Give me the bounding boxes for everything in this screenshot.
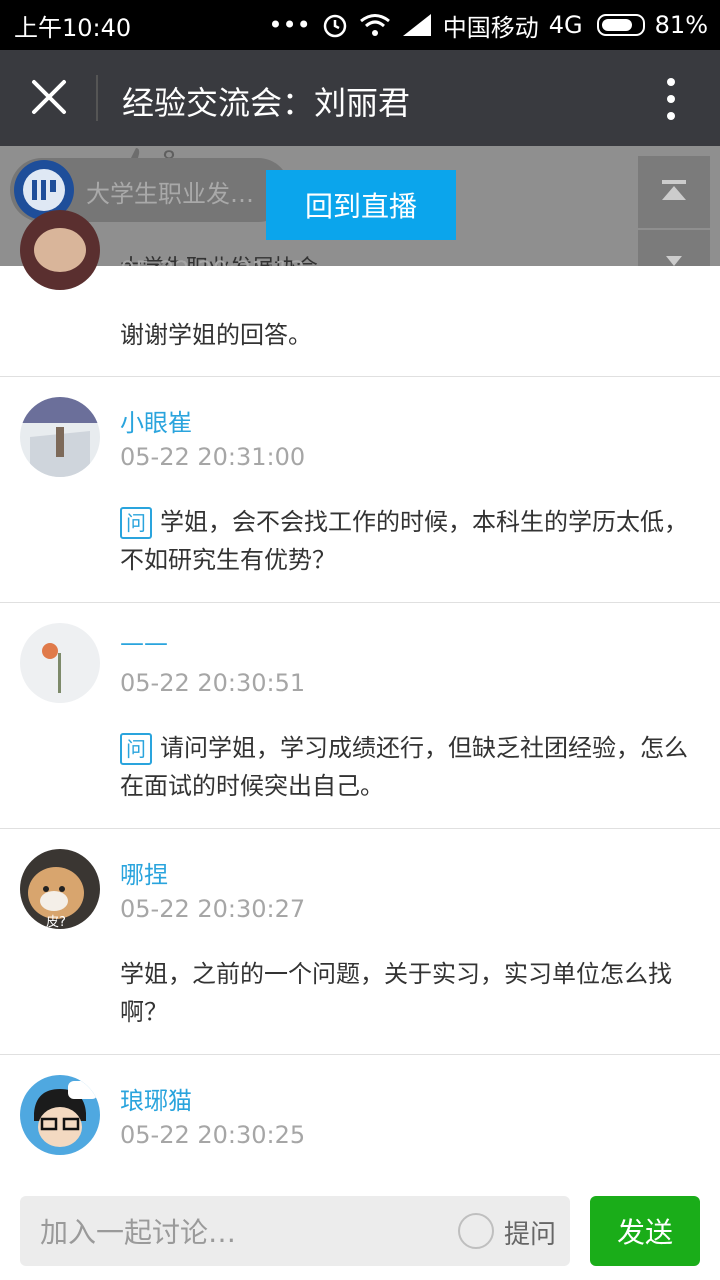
list-item: 小眼崔 05-22 20:31:00 问学姐，会不会找工作的时候，本科生的学历太…	[0, 377, 720, 603]
back-to-live-button[interactable]: 回到直播	[266, 170, 456, 240]
message-username[interactable]: 哪捏	[120, 855, 168, 890]
scroll-top-button[interactable]	[638, 156, 710, 228]
ask-question-label[interactable]: 提问	[504, 1214, 556, 1251]
battery-percent: 81%	[654, 11, 708, 39]
carrier-name: 中国移动	[442, 13, 539, 42]
message-text: 谢谢学姐的回答。	[120, 321, 312, 349]
scroll-top-icon	[662, 180, 686, 200]
message-time: 05-22 20:31:13	[120, 256, 305, 266]
message-username[interactable]: ——	[120, 629, 168, 657]
page-title: 经验交流会：刘丽君	[122, 84, 411, 122]
more-notifications-icon: •••	[268, 11, 311, 39]
list-item: —— 05-22 20:30:51 问请问学姐，学习成绩还行，但缺乏社团经验，怎…	[0, 603, 720, 829]
battery-level	[601, 19, 633, 31]
live-banner: 8 大学生职业发展协会 大学生职业发… 回到直播	[0, 146, 720, 266]
avatar-caption: 皮?	[46, 915, 66, 930]
organizer-name: 大学生职业发…	[86, 180, 254, 208]
header-divider	[96, 75, 98, 121]
scroll-down-button[interactable]	[638, 230, 710, 266]
send-button[interactable]: 发送	[590, 1196, 700, 1266]
avatar[interactable]	[20, 623, 100, 703]
wifi-icon	[359, 14, 390, 36]
status-bar: 上午10:40 ••• 中国移动 4G 81%	[0, 0, 720, 50]
message-text: 学姐，之前的一个问题，关于实习，实习单位怎么找啊？	[120, 960, 672, 1026]
battery-icon	[596, 14, 645, 36]
message-body: 请问学姐，学习成绩还行，但缺乏社团经验，怎么在面试的时候突出自己。	[120, 734, 688, 800]
ask-question-radio[interactable]	[458, 1213, 494, 1249]
question-tag: 问	[120, 507, 152, 539]
alarm-icon	[323, 14, 347, 38]
message-username[interactable]: 琅琊猫	[120, 1081, 192, 1116]
signal-icon	[402, 14, 431, 36]
question-tag: 问	[120, 733, 152, 765]
message-body: 学姐，会不会找工作的时候，本科生的学历太低，不如研究生有优势？	[120, 508, 688, 574]
chevron-down-icon	[666, 256, 682, 266]
comment-input[interactable]	[38, 1196, 442, 1268]
message-time: 05-22 20:30:25	[120, 1121, 306, 1149]
compose-bar: 提问 发送	[0, 1178, 720, 1280]
app-header: 经验交流会：刘丽君	[0, 50, 720, 146]
message-time: 05-22 20:30:51	[120, 669, 306, 697]
message-text: 问请问学姐，学习成绩还行，但缺乏社团经验，怎么在面试的时候突出自己。	[120, 729, 688, 805]
comment-box: 提问	[20, 1196, 570, 1268]
list-item: 琅琊猫 05-22 20:30:25	[0, 1055, 720, 1178]
avatar[interactable]	[20, 210, 100, 290]
status-time: 上午10:40	[14, 13, 132, 42]
list-item: 皮? 哪捏 05-22 20:30:27 学姐，之前的一个问题，关于实习，实习单…	[0, 829, 720, 1055]
message-time: 05-22 20:31:00	[120, 443, 306, 471]
more-options-icon[interactable]	[656, 74, 686, 124]
list-item: 谢谢学姐的回答。	[0, 210, 720, 377]
message-time: 05-22 20:30:27	[120, 895, 306, 923]
avatar[interactable]	[20, 397, 100, 477]
message-text: 问学姐，会不会找工作的时候，本科生的学历太低，不如研究生有优势？	[120, 503, 688, 579]
message-username[interactable]: 小眼崔	[120, 403, 192, 438]
avatar[interactable]	[20, 1075, 100, 1155]
close-icon[interactable]	[24, 72, 74, 122]
network-type: 4G	[548, 11, 583, 39]
